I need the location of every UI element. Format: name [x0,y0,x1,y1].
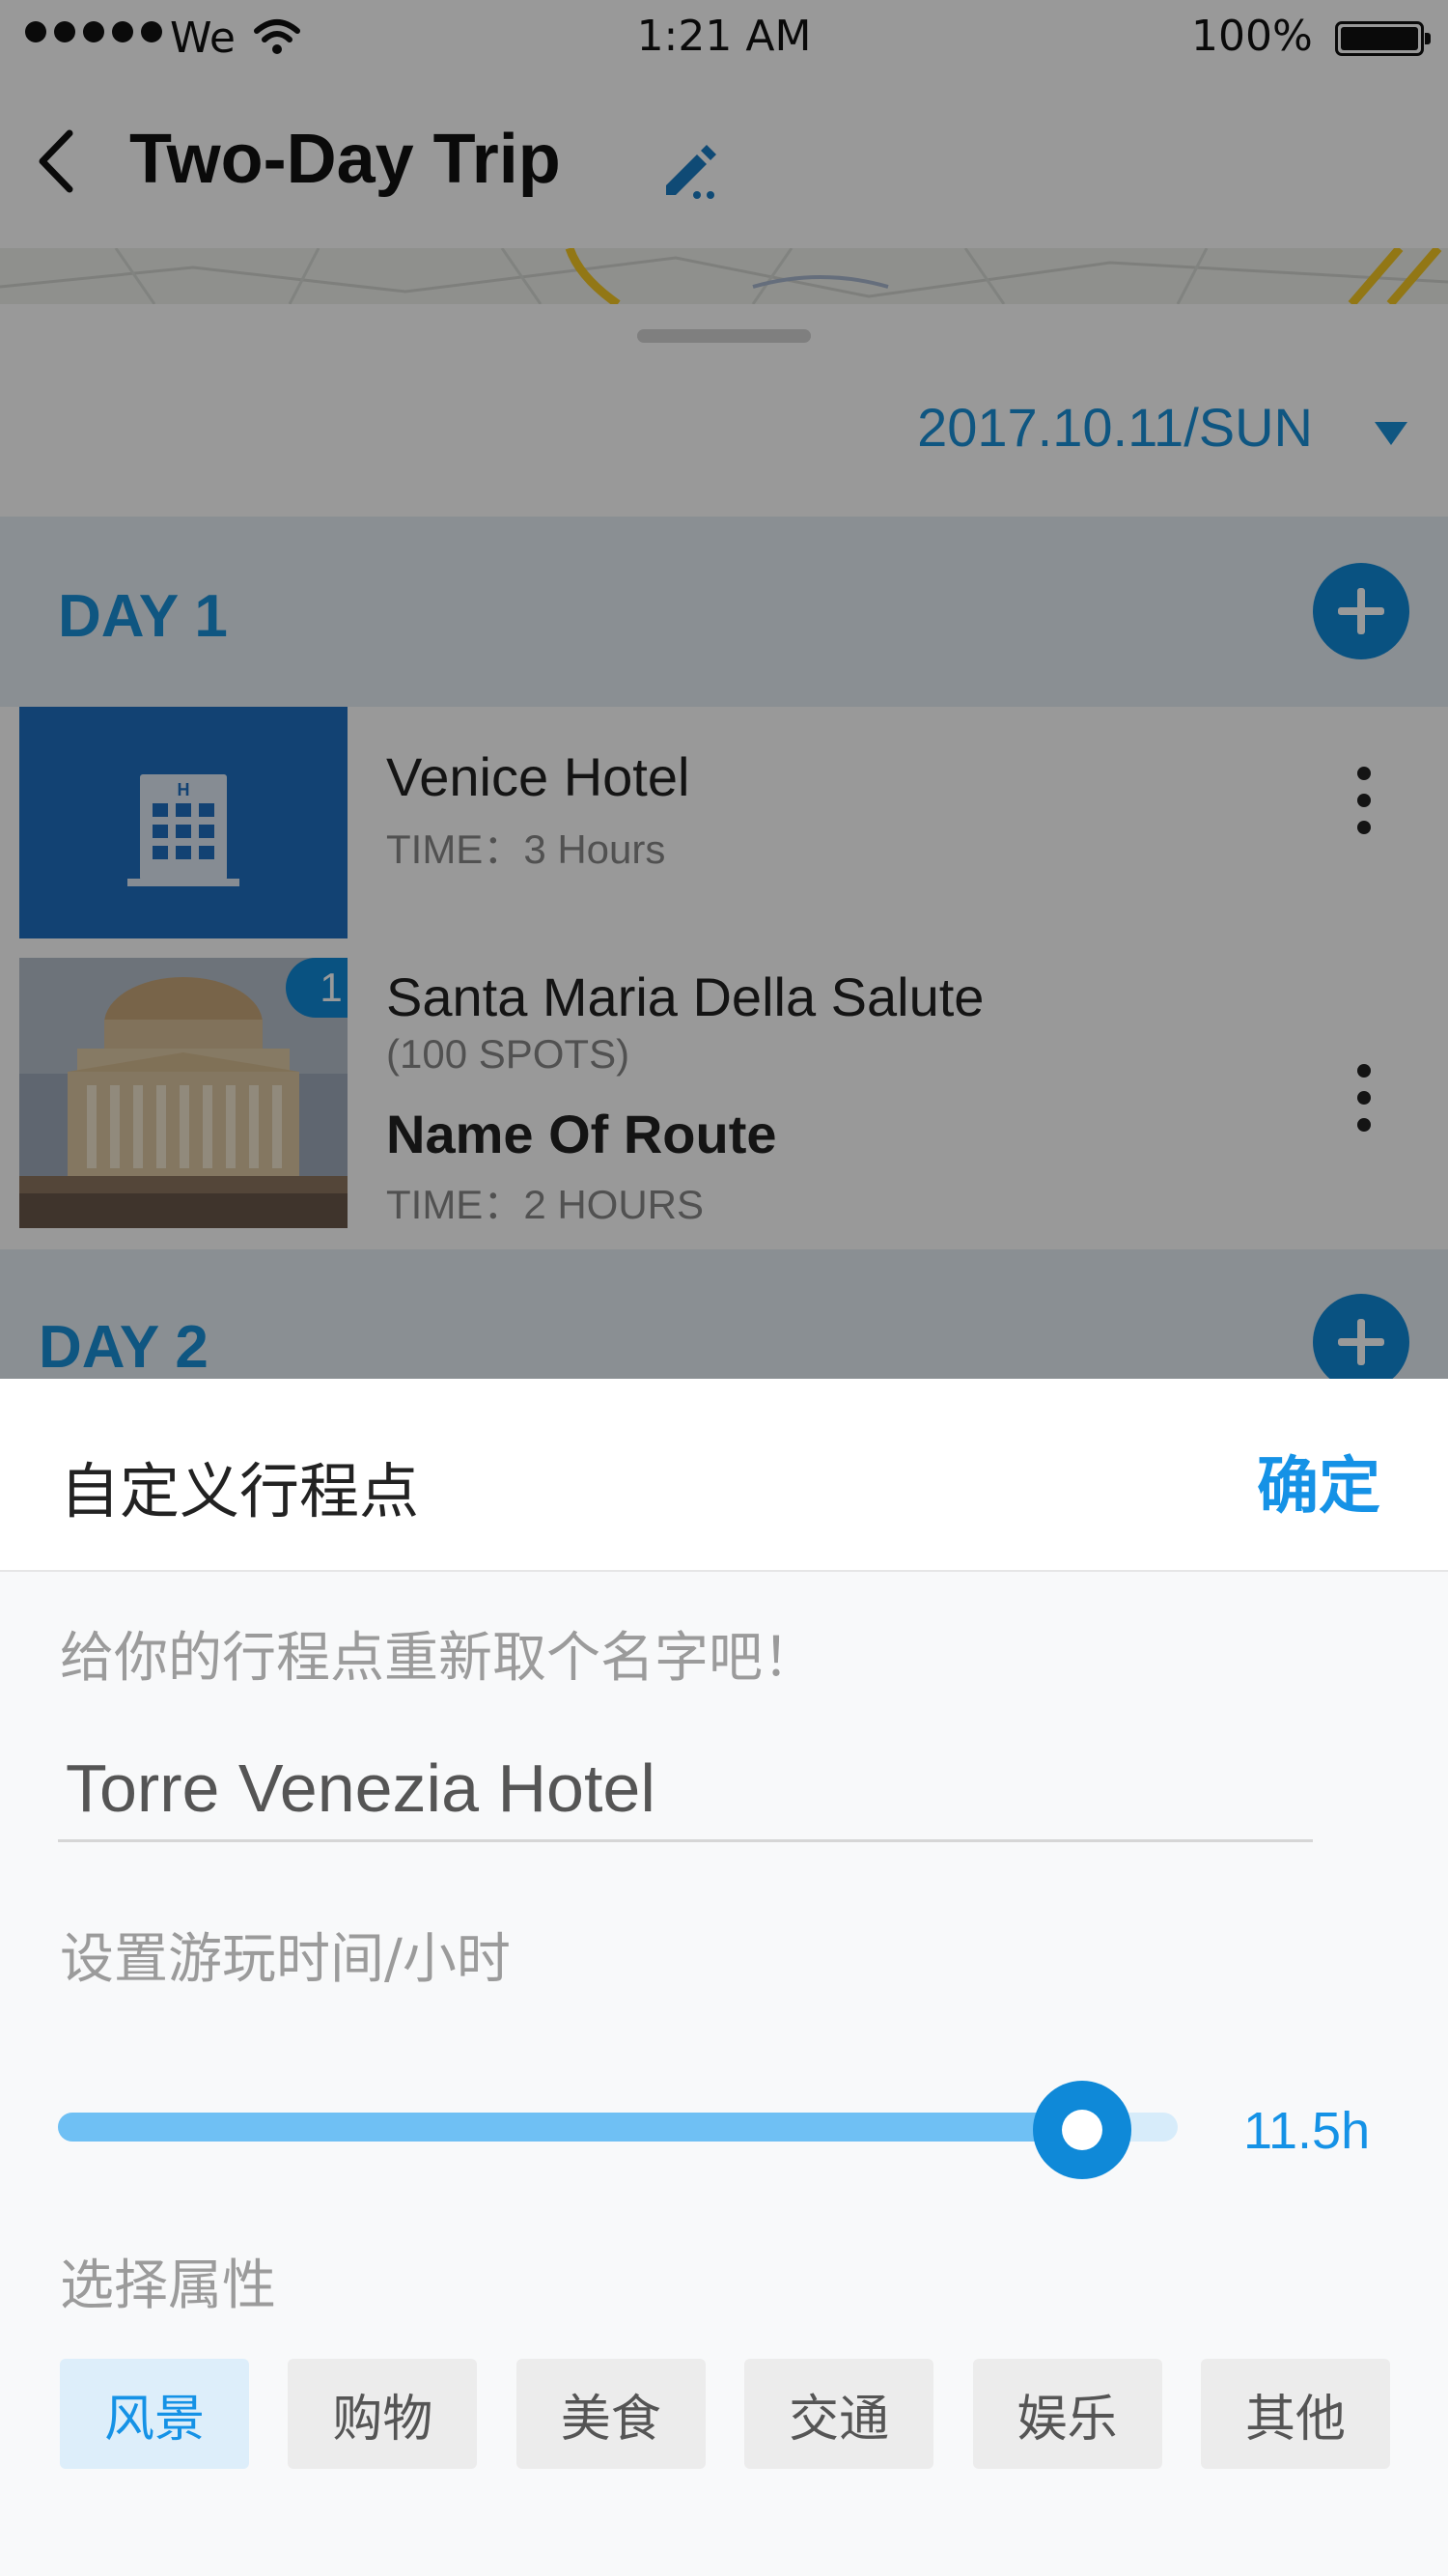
slider-value: 11.5h [1243,2102,1371,2160]
tag-other[interactable]: 其他 [1200,2359,1390,2469]
spot-name-input[interactable] [58,1736,1313,1842]
modal-backdrop[interactable] [0,0,1448,1379]
tag-entertainment[interactable]: 娱乐 [972,2359,1162,2469]
attribute-tags: 风景 购物 美食 交通 娱乐 其他 [60,2359,1390,2469]
slider-fill [58,2113,1083,2142]
custom-spot-panel: 自定义行程点 确定 给你的行程点重新取个名字吧！ 设置游玩时间/小时 11.5h… [0,1379,1448,2576]
panel-header: 自定义行程点 确定 [0,1379,1448,1572]
confirm-button[interactable]: 确定 [1257,1437,1380,1526]
tag-scenery[interactable]: 风景 [60,2359,249,2469]
slider-thumb[interactable] [1033,2081,1132,2179]
tag-food[interactable]: 美食 [515,2359,706,2469]
attribute-label: 选择属性 [60,2254,276,2317]
duration-slider[interactable] [58,2081,1178,2179]
tag-transport[interactable]: 交通 [744,2359,934,2469]
panel-title: 自定义行程点 [60,1456,420,1526]
tag-shopping[interactable]: 购物 [288,2359,478,2469]
time-label: 设置游玩时间/小时 [60,1928,511,1991]
name-hint: 给你的行程点重新取个名字吧！ [60,1627,817,1690]
